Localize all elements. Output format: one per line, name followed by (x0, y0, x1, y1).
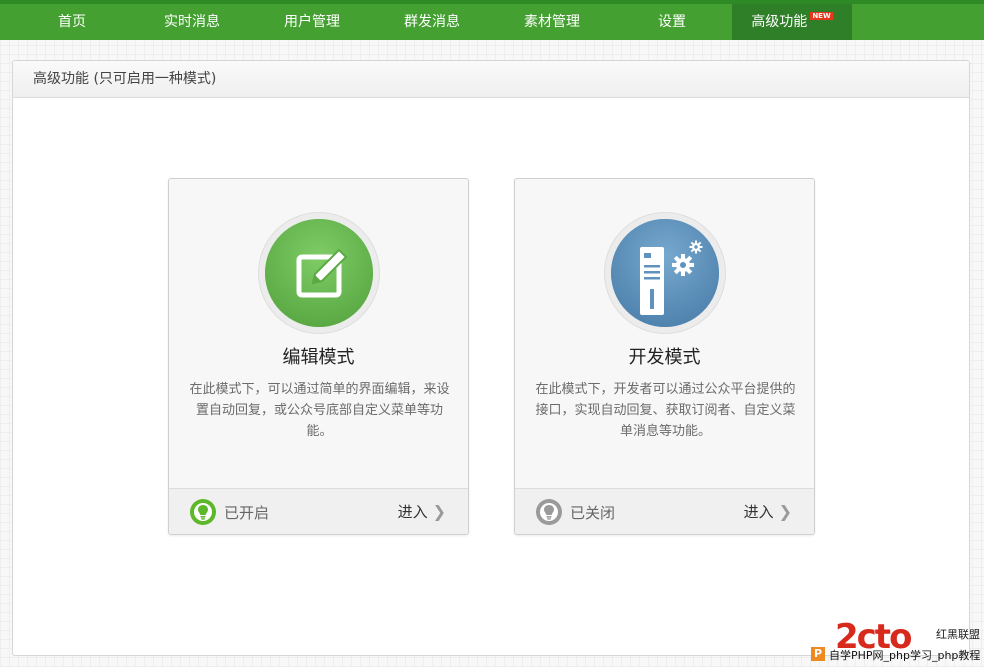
lightbulb-on-icon (190, 499, 216, 525)
card-footer: 已关闭 进入 ❯ (515, 488, 814, 534)
nav-item-realtime-messages[interactable]: 实时消息 (132, 4, 252, 40)
nav-item-label: 用户管理 (284, 14, 340, 30)
nav-item-home[interactable]: 首页 (12, 4, 132, 40)
nav-item-user-management[interactable]: 用户管理 (252, 4, 372, 40)
edit-icon (265, 219, 373, 327)
watermark-slogan: 红黑联盟 (936, 628, 980, 641)
nav-item-label: 设置 (658, 14, 686, 30)
developer-mode-card: 开发模式 在此模式下，开发者可以通过公众平台提供的接口，实现自动回复、获取订阅者… (514, 178, 815, 535)
mode-status: 已关闭 (570, 504, 616, 522)
mode-status: 已开启 (224, 504, 270, 522)
nav-item-mass-messages[interactable]: 群发消息 (372, 4, 492, 40)
developer-mode-icon-frame (604, 212, 726, 334)
nav-item-advanced-features[interactable]: 高级功能 NEW (732, 4, 852, 40)
watermark-site-text: 自学PHP网_php学习_php教程 (829, 649, 981, 662)
card-footer: 已开启 进入 ❯ (169, 488, 468, 534)
site-watermark: 2cto 红黑联盟 P 自学PHP网_php学习_php教程 (809, 617, 984, 667)
nav-item-label: 高级功能 (751, 14, 808, 30)
chevron-right-icon: ❯ (778, 502, 792, 521)
advanced-features-panel: 高级功能 (只可启用一种模式) 编辑模式 在此模式下，可以通过简单的界面编辑，来… (12, 60, 970, 656)
top-navigation-bar: 首页 实时消息 用户管理 群发消息 素材管理 设置 高级功能 NEW (0, 0, 984, 40)
server-gear-icon (611, 219, 719, 327)
lightbulb-off-icon (536, 499, 562, 525)
nav-item-label: 首页 (58, 14, 86, 30)
enter-label: 进入 (743, 503, 774, 521)
edit-mode-icon-frame (258, 212, 380, 334)
card-title: 编辑模式 (282, 347, 355, 368)
panel-title: 高级功能 (只可启用一种模式) (13, 61, 969, 98)
nav-item-material-management[interactable]: 素材管理 (492, 4, 612, 40)
watermark-p-icon: P (811, 647, 825, 661)
card-description: 在此模式下，可以通过简单的界面编辑，来设置自动回复，或公众号底部自定义菜单等功能… (189, 382, 450, 439)
nav-item-label: 实时消息 (164, 14, 220, 30)
watermark-bar: P 自学PHP网_php学习_php教程 (809, 646, 984, 664)
enter-developer-mode-link[interactable]: 进入 ❯ (744, 501, 792, 522)
card-title: 开发模式 (628, 347, 701, 368)
enter-edit-mode-link[interactable]: 进入 ❯ (398, 501, 446, 522)
chevron-right-icon: ❯ (432, 502, 446, 521)
new-badge: NEW (810, 12, 833, 20)
nav-item-label: 群发消息 (404, 14, 460, 30)
edit-mode-card: 编辑模式 在此模式下，可以通过简单的界面编辑，来设置自动回复，或公众号底部自定义… (168, 178, 469, 535)
enter-label: 进入 (397, 503, 428, 521)
nav-item-label: 素材管理 (524, 14, 580, 30)
card-description: 在此模式下，开发者可以通过公众平台提供的接口，实现自动回复、获取订阅者、自定义菜… (535, 382, 796, 439)
nav-item-settings[interactable]: 设置 (612, 4, 732, 40)
